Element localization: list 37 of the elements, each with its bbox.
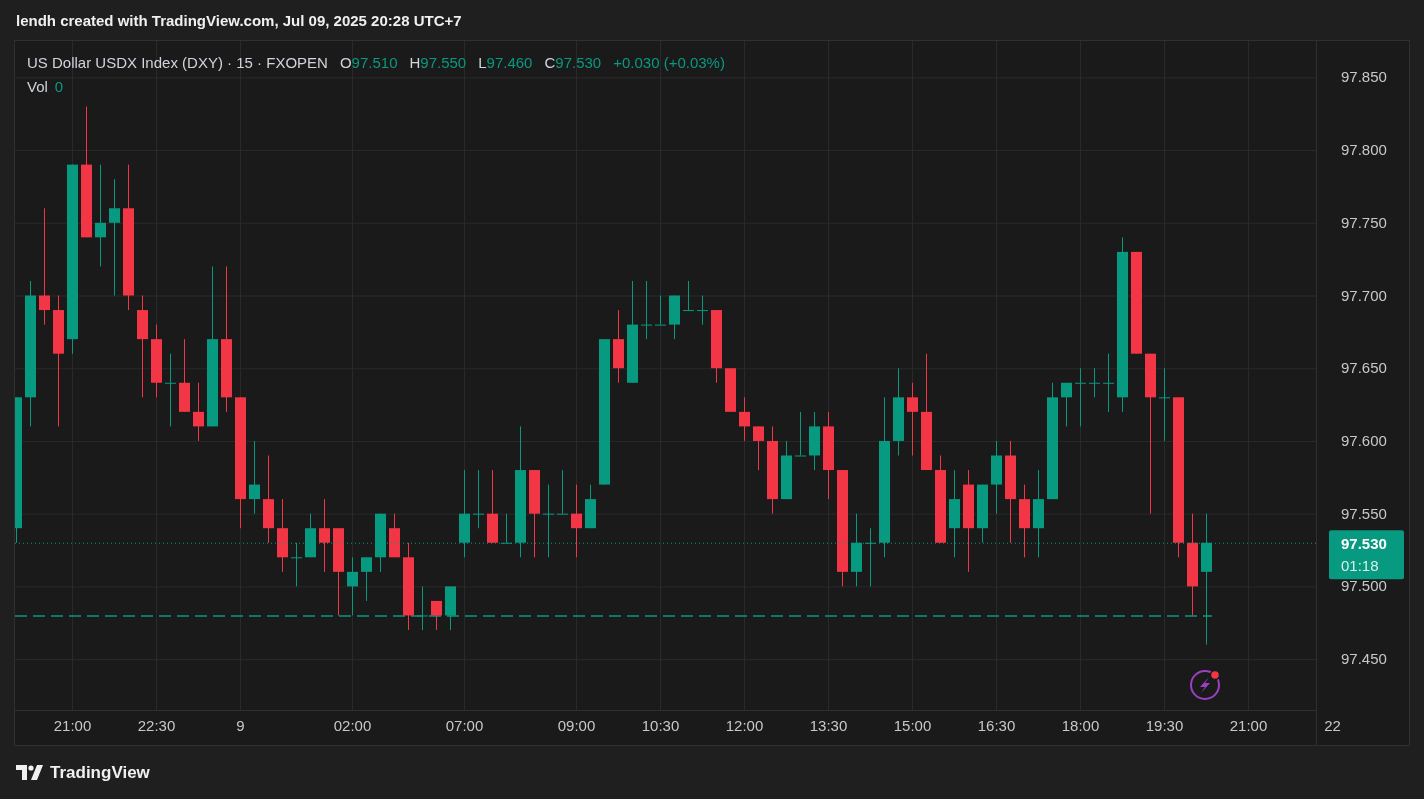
volume-value: 0 <box>54 78 64 95</box>
time-axis-label: 21:00 <box>1229 717 1268 734</box>
time-axis-label: 15:00 <box>893 717 932 734</box>
ohlc-value: L97.460 <box>478 54 533 71</box>
ohlc-value: H97.550 <box>409 54 467 71</box>
ohlc-value: O97.510 <box>339 54 398 71</box>
time-axis-label: 12:00 <box>725 717 764 734</box>
price-axis-label: 97.650 <box>1341 359 1387 377</box>
price-axis-label: 97.500 <box>1341 577 1387 595</box>
lightning-icon[interactable] <box>1190 669 1221 700</box>
price-axis-label: 97.800 <box>1341 141 1387 159</box>
time-axis-label: 16:30 <box>977 717 1016 734</box>
time-axis-label: 09:00 <box>557 717 596 734</box>
price-axis-label: 97.750 <box>1341 213 1387 231</box>
price-axis-label: 97.600 <box>1341 431 1387 449</box>
time-axis-label: 18:00 <box>1061 717 1100 734</box>
time-axis-label: 22 <box>1324 717 1341 734</box>
price-tag: 97.530 01:18 <box>1329 530 1404 580</box>
chart-caption: lendh created with TradingView.com, Jul 09, 2025 20:28 UTC+7 <box>15 11 462 29</box>
brand-name: TradingView <box>50 762 150 783</box>
time-axis-label: 10:30 <box>641 717 680 734</box>
time-axis-label: 9 <box>236 717 245 734</box>
price-axis-label: 97.850 <box>1341 68 1387 86</box>
volume-label: Vol <box>27 78 48 95</box>
price-axis-label: 97.700 <box>1341 286 1387 304</box>
tradingview-logo-icon <box>16 765 44 780</box>
time-axis-label: 21:00 <box>53 717 92 734</box>
time-axis-label: 19:30 <box>1145 717 1184 734</box>
price-axis-label: 97.550 <box>1341 504 1387 522</box>
price-axis-label: 97.450 <box>1341 650 1387 668</box>
time-axis-label: 22:30 <box>137 717 176 734</box>
time-axis-label: 13:30 <box>809 717 848 734</box>
time-axis-label: 02:00 <box>333 717 372 734</box>
symbol-title: US Dollar USDX Index (DXY) · 15 · FXOPEN <box>27 54 328 71</box>
ohlc-value: C97.530 <box>544 54 602 71</box>
price-change: +0.030 (+0.03%) <box>613 54 725 71</box>
time-axis-label: 07:00 <box>445 717 484 734</box>
